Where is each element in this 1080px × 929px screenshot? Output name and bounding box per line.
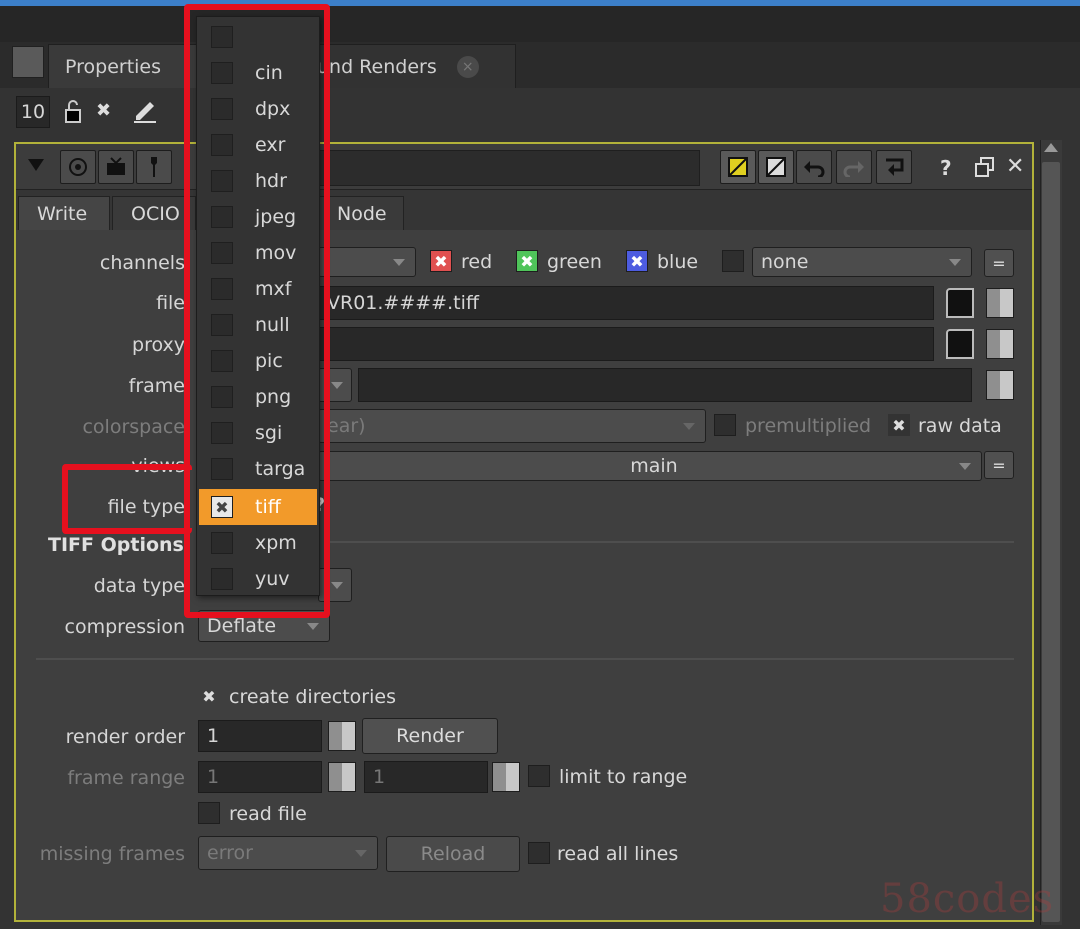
views-dropdown[interactable]: main	[318, 451, 982, 481]
wrench-icon[interactable]	[136, 150, 172, 184]
tv-icon[interactable]	[98, 150, 134, 184]
proxy-anim-icon[interactable]	[986, 329, 1014, 359]
missing-frames-label: missing frames	[39, 843, 185, 865]
file-path-value: VR01.####.tiff	[327, 292, 479, 314]
file-path-field[interactable]: VR01.####.tiff	[318, 286, 934, 320]
raw-data-checkbox[interactable]: ✖	[888, 414, 910, 436]
panel-menu-icon[interactable]	[12, 46, 44, 78]
tab-properties-label: Properties	[65, 55, 162, 78]
colorspace-value: ear)	[327, 415, 366, 437]
reload-button[interactable]: Reload	[386, 836, 520, 872]
premultiplied-checkbox[interactable]	[714, 414, 736, 436]
views-value: main	[630, 455, 678, 477]
compression-value: Deflate	[207, 615, 277, 637]
tiff-options-heading: TIFF Options	[48, 534, 184, 556]
blue-checkbox[interactable]: ✖	[626, 250, 648, 272]
render-button[interactable]: Render	[362, 718, 498, 754]
proxy-label: proxy	[132, 334, 185, 356]
node-color-icon[interactable]	[720, 150, 756, 184]
tab-background-renders[interactable]: und Renders ×	[300, 44, 516, 88]
close-icon[interactable]: ×	[456, 55, 479, 78]
file-anim-icon[interactable]	[986, 288, 1014, 318]
annotation-box-menu	[184, 4, 330, 618]
gl-color-icon[interactable]	[758, 150, 794, 184]
tab-node-label: Node	[337, 202, 387, 225]
undo-icon[interactable]	[796, 150, 832, 184]
tab-write-label: Write	[37, 202, 88, 225]
section-divider	[36, 658, 1014, 660]
collapse-triangle-icon[interactable]	[26, 154, 46, 176]
annotation-box-file-type	[62, 464, 192, 534]
frame-range-end-anim-icon[interactable]	[492, 762, 520, 792]
frame-expression-field[interactable]	[358, 368, 972, 402]
scroll-up-icon[interactable]	[1044, 143, 1058, 152]
clear-panels-icon[interactable]: ✖	[96, 100, 120, 122]
frame-anim-icon[interactable]	[986, 370, 1014, 400]
read-file-checkbox[interactable]	[198, 802, 220, 824]
alpha-channel-value: none	[761, 251, 809, 273]
views-equals-button[interactable]: =	[984, 451, 1014, 479]
read-file-label: read file	[229, 803, 307, 825]
max-panels-field[interactable]: 10	[16, 96, 50, 128]
alpha-channel-dropdown[interactable]: none	[752, 247, 972, 277]
tiff-options-divider	[330, 541, 1014, 543]
revert-icon[interactable]	[876, 150, 912, 184]
frame-range-label: frame range	[67, 767, 185, 789]
colorspace-dropdown[interactable]: ear)	[318, 409, 706, 443]
channels-equals-button[interactable]: =	[984, 249, 1014, 277]
edit-icon[interactable]	[132, 96, 158, 124]
render-order-field[interactable]: 1	[198, 720, 322, 752]
limit-to-range-label: limit to range	[559, 766, 688, 788]
read-all-lines-checkbox[interactable]	[528, 842, 550, 864]
node-name-field[interactable]	[310, 150, 700, 186]
blue-label: blue	[657, 251, 699, 273]
scrollbar-thumb[interactable]	[1042, 162, 1060, 922]
red-checkbox[interactable]: ✖	[430, 250, 452, 272]
limit-to-range-checkbox[interactable]	[528, 765, 550, 787]
channels-dropdown[interactable]	[318, 247, 416, 277]
frame-range-start-field[interactable]: 1	[198, 761, 322, 793]
viewer-icon[interactable]	[60, 150, 96, 184]
help-icon[interactable]: ?	[940, 156, 952, 180]
lock-icon[interactable]	[62, 98, 84, 124]
green-checkbox[interactable]: ✖	[516, 250, 538, 272]
frame-range-end-field[interactable]: 1	[364, 761, 488, 793]
folder-icon[interactable]	[946, 288, 974, 318]
render-order-anim-icon[interactable]	[328, 721, 356, 751]
read-all-lines-label: read all lines	[557, 843, 679, 865]
raw-data-label: raw data	[918, 415, 1002, 437]
tab-node[interactable]: Node	[318, 196, 404, 230]
close-panel-icon[interactable]: ✕	[1006, 154, 1024, 179]
tab-write[interactable]: Write	[18, 196, 110, 230]
missing-frames-value: error	[207, 842, 253, 864]
missing-frames-dropdown[interactable]: error	[198, 836, 378, 870]
green-label: green	[547, 251, 602, 273]
frame-range-start-anim-icon[interactable]	[328, 762, 356, 792]
create-directories-label: create directories	[229, 686, 396, 708]
tab-background-renders-label: und Renders	[317, 55, 437, 78]
red-label: red	[461, 251, 493, 273]
compression-label: compression	[64, 616, 185, 638]
watermark-text: 58codes	[880, 876, 1055, 922]
properties-toolbar	[0, 88, 1080, 134]
premultiplied-label: premultiplied	[745, 415, 872, 437]
colorspace-label: colorspace	[82, 416, 185, 438]
tab-properties[interactable]: Properties	[48, 44, 198, 88]
proxy-path-field[interactable]	[318, 327, 934, 361]
alpha-checkbox[interactable]	[722, 250, 744, 272]
render-order-label: render order	[65, 726, 185, 748]
float-panel-icon[interactable]	[974, 156, 996, 178]
redo-icon[interactable]	[836, 150, 872, 184]
create-directories-checkbox[interactable]: ✖	[198, 685, 220, 707]
file-label: file	[156, 292, 185, 314]
data-type-label: data type	[93, 575, 185, 597]
proxy-folder-icon[interactable]	[946, 329, 974, 359]
channels-label: channels	[99, 252, 185, 274]
frame-label: frame	[128, 375, 185, 397]
window-title-area	[0, 6, 1080, 42]
tab-ocio-label: OCIO	[131, 202, 180, 225]
